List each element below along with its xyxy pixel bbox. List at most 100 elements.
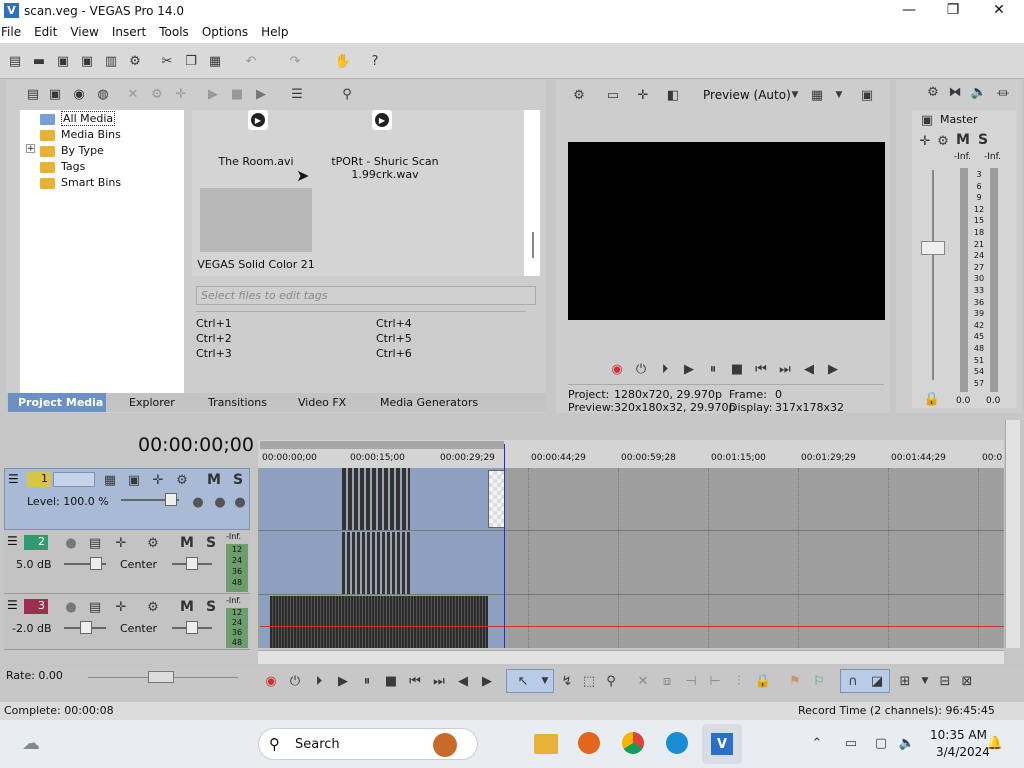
file-explorer-icon[interactable] bbox=[534, 734, 558, 754]
playhead-cursor[interactable] bbox=[504, 444, 505, 648]
volume-icon[interactable]: 🔈 bbox=[898, 734, 916, 752]
preview-quality-dropdown[interactable]: Preview (Auto) bbox=[703, 88, 791, 102]
lock-envelopes-icon[interactable]: ⊟ bbox=[936, 672, 954, 690]
stop-icon[interactable]: ■ bbox=[382, 672, 400, 690]
chevron-down-icon[interactable]: ▼ bbox=[536, 672, 554, 690]
zoom-edit-tool-icon[interactable]: ⚲ bbox=[602, 672, 620, 690]
track-fx-icon[interactable]: ⚙ bbox=[144, 598, 162, 616]
trim-icon[interactable]: ⧈ bbox=[658, 672, 676, 690]
undo-icon[interactable]: ↶ bbox=[242, 52, 260, 70]
volume-slider[interactable] bbox=[64, 557, 106, 570]
delete-icon[interactable]: ✕ bbox=[634, 672, 652, 690]
invert-phase-icon[interactable]: ▤ bbox=[86, 598, 104, 616]
tab-media-generators[interactable]: Media Generators bbox=[380, 396, 478, 409]
normal-edit-tool-icon[interactable]: ↖ bbox=[514, 672, 532, 690]
search-media-icon[interactable]: ⚲ bbox=[338, 85, 356, 103]
play-icon[interactable]: ▶ bbox=[680, 360, 698, 378]
auto-crossfade-icon[interactable]: ◪ bbox=[868, 672, 886, 690]
copy-snapshot-icon[interactable]: ▣ bbox=[858, 86, 876, 104]
web-icon[interactable]: ◍ bbox=[94, 85, 112, 103]
record-arm-icon[interactable]: ● bbox=[62, 534, 80, 552]
chevron-down-icon[interactable]: ▼ bbox=[916, 672, 934, 690]
get-media-icon[interactable]: ◉ bbox=[70, 85, 88, 103]
compositing-icon[interactable]: ▦ bbox=[101, 471, 119, 489]
play-from-start-icon[interactable]: ⏵ bbox=[656, 360, 674, 378]
video-event[interactable] bbox=[342, 468, 410, 530]
media-item[interactable]: VEGAS Solid Color 21 bbox=[196, 186, 316, 271]
record-icon[interactable]: ◉ bbox=[608, 360, 626, 378]
menu-file[interactable]: File bbox=[0, 22, 27, 39]
record-arm-icon[interactable]: ● bbox=[62, 598, 80, 616]
tab-transitions[interactable]: Transitions bbox=[208, 396, 267, 409]
master-settings-icon[interactable]: ⚙ bbox=[924, 83, 942, 101]
menu-options[interactable]: Options bbox=[195, 22, 254, 39]
mute-button[interactable]: M bbox=[180, 535, 194, 551]
display-icon[interactable]: ▢ bbox=[872, 734, 890, 752]
enable-snapping-icon[interactable]: ✋ bbox=[334, 52, 352, 70]
media-item[interactable]: ▶ The Room.avi bbox=[196, 110, 316, 170]
invert-phase-icon[interactable]: ▤ bbox=[86, 534, 104, 552]
slider-handle[interactable] bbox=[186, 621, 198, 634]
collapse-icon[interactable]: ☰ bbox=[8, 472, 19, 486]
scroll-thumb[interactable] bbox=[532, 232, 534, 258]
loop-icon[interactable]: ⏻ bbox=[632, 360, 650, 378]
menu-view[interactable]: View bbox=[63, 22, 104, 39]
loop-playback-icon[interactable]: ⏻ bbox=[286, 672, 304, 690]
volume-slider[interactable] bbox=[64, 621, 106, 634]
render-icon[interactable]: ▥ bbox=[102, 52, 120, 70]
slider-handle[interactable] bbox=[148, 671, 174, 683]
menu-tools[interactable]: Tools bbox=[152, 22, 195, 39]
play-media-icon[interactable]: ▶ bbox=[204, 85, 222, 103]
solid-color-event[interactable] bbox=[488, 470, 505, 528]
taskbar-search[interactable]: ⚲ Search bbox=[258, 728, 478, 760]
insert-marker-icon[interactable]: ⚑ bbox=[786, 672, 804, 690]
minimize-button[interactable]: — bbox=[894, 2, 924, 18]
go-to-end-icon[interactable]: ⏭ bbox=[430, 672, 448, 690]
track-header-1[interactable]: ☰ 1 ▦ ▣ ✛ ⚙ M S Level: 100.0 % ● ● ● bbox=[4, 468, 250, 530]
media-pan-icon[interactable]: ✛ bbox=[172, 85, 190, 103]
paste-icon[interactable]: ▦ bbox=[206, 52, 224, 70]
downmix-icon[interactable]: ⧓ bbox=[946, 83, 964, 101]
speaker-icon[interactable]: 🔈 bbox=[970, 83, 988, 101]
audio-event[interactable] bbox=[342, 532, 410, 594]
rate-slider[interactable] bbox=[88, 671, 238, 683]
overlays-icon[interactable]: ▦ bbox=[808, 86, 826, 104]
play-from-start-icon[interactable]: ⏵ bbox=[310, 672, 328, 690]
slider-handle[interactable] bbox=[80, 621, 92, 634]
enable-snapping-icon[interactable]: ∩ bbox=[844, 672, 862, 690]
next-frame-icon[interactable]: ▶ bbox=[824, 360, 842, 378]
record-icon[interactable]: ◉ bbox=[262, 672, 280, 690]
solo-button[interactable]: S bbox=[206, 599, 216, 615]
expand-icon[interactable]: + bbox=[26, 144, 35, 154]
chrome-icon[interactable] bbox=[622, 732, 644, 754]
tree-item-by-type[interactable]: By Type bbox=[40, 144, 104, 158]
chevron-down-icon[interactable]: ▼ bbox=[786, 86, 804, 104]
maximize-button[interactable]: ❐ bbox=[938, 2, 968, 18]
expand-layers-icon[interactable]: ● bbox=[211, 493, 229, 511]
tab-video-fx[interactable]: Video FX bbox=[298, 396, 346, 409]
stop-media-icon[interactable]: ■ bbox=[228, 85, 246, 103]
preview-settings-icon[interactable]: ⚙ bbox=[570, 86, 588, 104]
new-icon[interactable]: ▤ bbox=[6, 52, 24, 70]
slider-handle[interactable] bbox=[186, 557, 198, 570]
properties-icon[interactable]: ⚙ bbox=[126, 52, 144, 70]
menu-insert[interactable]: Insert bbox=[105, 22, 152, 39]
clock-time[interactable]: 10:35 AM bbox=[930, 728, 987, 742]
pan-slider[interactable] bbox=[172, 621, 212, 634]
chevron-down-icon[interactable]: ▼ bbox=[830, 86, 848, 104]
ignore-grouping-icon[interactable]: ⊠ bbox=[958, 672, 976, 690]
play-icon[interactable]: ▶ bbox=[334, 672, 352, 690]
preview-fx-icon[interactable]: ◧ bbox=[664, 86, 682, 104]
track-header-2[interactable]: ☰ 2 ● ▤ ✛ ⚙ M S 5.0 dB Center -Inf. 12 24… bbox=[4, 530, 250, 594]
lock-icon[interactable]: 🔒 bbox=[754, 672, 772, 690]
stop-icon[interactable]: ■ bbox=[728, 360, 746, 378]
solo-button[interactable]: S bbox=[233, 472, 243, 488]
ripple-edit-icon[interactable]: ⊞ bbox=[896, 672, 914, 690]
master-pan-icon[interactable]: ✛ bbox=[916, 132, 934, 150]
tab-project-media-label[interactable]: Project Media bbox=[18, 396, 103, 409]
loop-region-bar[interactable] bbox=[260, 441, 504, 449]
close-button[interactable]: ✕ bbox=[984, 2, 1014, 18]
menu-edit[interactable]: Edit bbox=[27, 22, 63, 39]
insert-region-icon[interactable]: ⚐ bbox=[810, 672, 828, 690]
envelope-edit-tool-icon[interactable]: ↯ bbox=[558, 672, 576, 690]
